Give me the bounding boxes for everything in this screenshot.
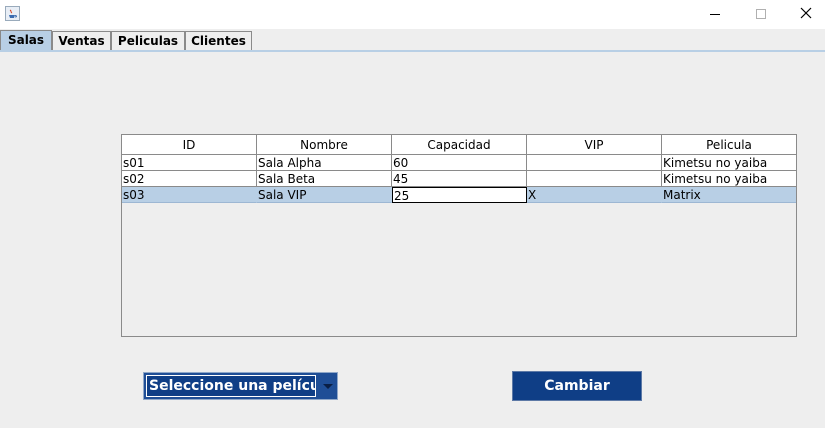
tab-peliculas[interactable]: Peliculas <box>111 31 185 50</box>
cell-nombre[interactable]: Sala Alpha <box>257 155 392 171</box>
column-header-pelicula[interactable]: Pelicula <box>662 135 796 155</box>
table-row[interactable]: s01 Sala Alpha 60 Kimetsu no yaiba <box>122 155 796 171</box>
cell-vip[interactable] <box>527 171 662 187</box>
tab-ventas[interactable]: Ventas <box>52 31 111 50</box>
cell-capacidad[interactable]: 45 <box>392 171 527 187</box>
cell-capacidad[interactable]: 60 <box>392 155 527 171</box>
movie-select-arrow-button[interactable] <box>319 375 336 397</box>
title-bar <box>0 0 825 29</box>
tab-clientes[interactable]: Clientes <box>185 31 252 50</box>
cambiar-button[interactable]: Cambiar <box>512 371 642 401</box>
cell-nombre[interactable]: Sala VIP <box>257 187 392 203</box>
column-header-capacidad[interactable]: Capacidad <box>392 135 527 155</box>
movie-select-value: Seleccione una película <box>146 375 316 397</box>
table-header: ID Nombre Capacidad VIP Pelicula <box>122 135 796 155</box>
salas-table[interactable]: ID Nombre Capacidad VIP Pelicula s01 Sal… <box>121 134 797 337</box>
tab-content-border <box>0 50 825 52</box>
java-icon <box>5 6 20 21</box>
column-header-nombre[interactable]: Nombre <box>257 135 392 155</box>
column-header-id[interactable]: ID <box>122 135 257 155</box>
cell-pelicula[interactable]: Matrix <box>662 187 796 203</box>
movie-select[interactable]: Seleccione una película <box>143 372 338 400</box>
tab-salas[interactable]: Salas <box>0 30 52 52</box>
cell-id[interactable]: s01 <box>122 155 257 171</box>
table-row-selected[interactable]: s03 Sala VIP 25 X Matrix <box>122 187 796 203</box>
cell-vip[interactable] <box>527 155 662 171</box>
cell-vip[interactable]: X <box>527 187 662 203</box>
maximize-icon <box>756 9 766 19</box>
cell-nombre[interactable]: Sala Beta <box>257 171 392 187</box>
cell-capacidad-editing[interactable]: 25 <box>392 187 527 203</box>
close-icon <box>800 7 812 19</box>
cell-pelicula[interactable]: Kimetsu no yaiba <box>662 155 796 171</box>
minimize-button[interactable] <box>692 0 738 29</box>
cell-id[interactable]: s03 <box>122 187 257 203</box>
close-button[interactable] <box>782 0 825 29</box>
cell-id[interactable]: s02 <box>122 171 257 187</box>
minimize-icon <box>710 14 720 15</box>
chevron-down-icon <box>323 384 333 389</box>
column-header-vip[interactable]: VIP <box>527 135 662 155</box>
maximize-button[interactable] <box>738 0 784 29</box>
table-row[interactable]: s02 Sala Beta 45 Kimetsu no yaiba <box>122 171 796 187</box>
tab-strip: Salas Ventas Peliculas Clientes <box>0 30 825 52</box>
cell-pelicula[interactable]: Kimetsu no yaiba <box>662 171 796 187</box>
